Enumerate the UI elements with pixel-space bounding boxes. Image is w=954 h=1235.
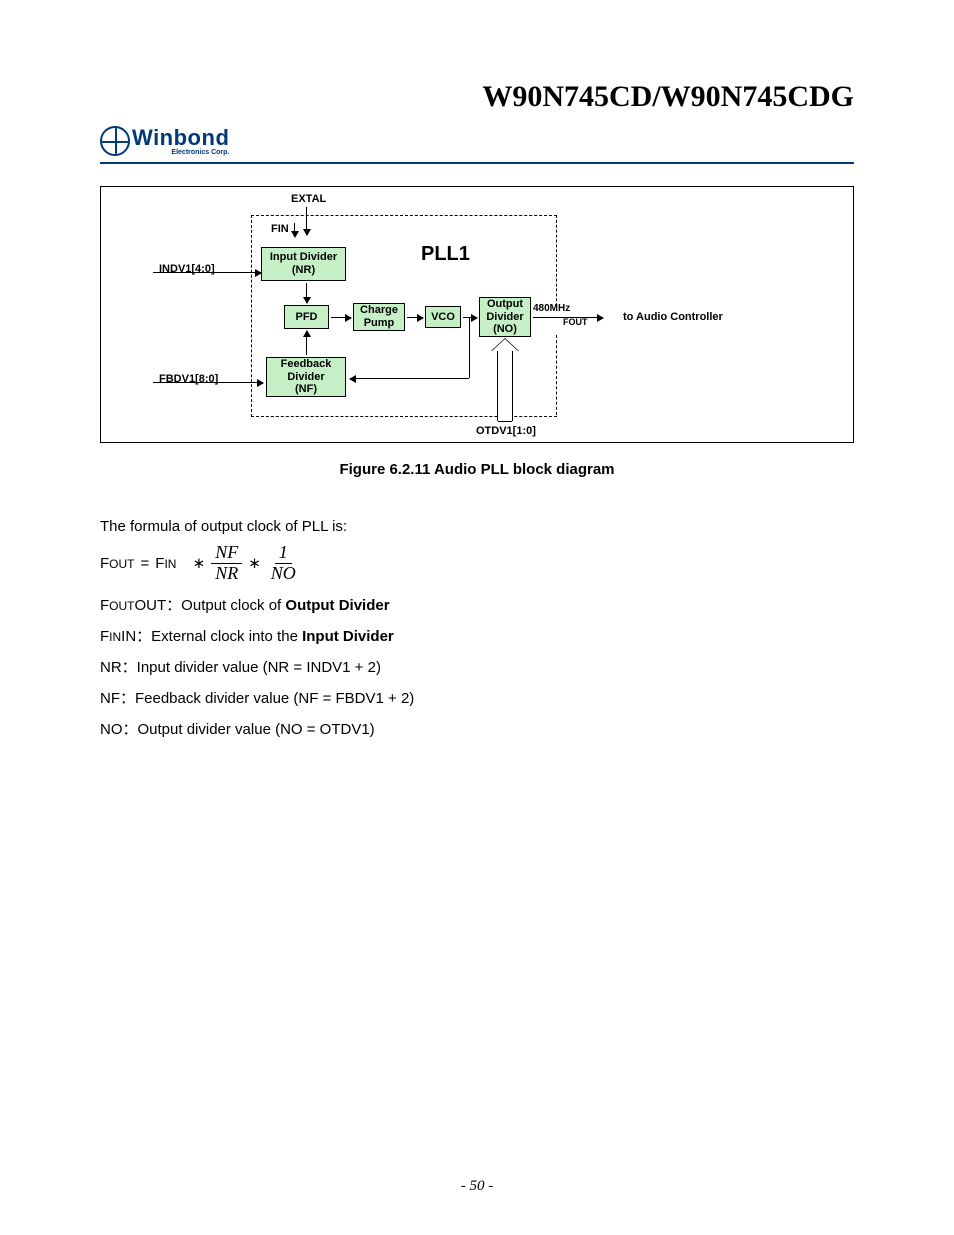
page-number: - 50 - xyxy=(0,1178,954,1195)
arrow-icon xyxy=(350,378,469,379)
arrow-icon xyxy=(407,317,423,318)
figure-caption: Figure 6.2.11 Audio PLL block diagram xyxy=(100,461,854,478)
intro-text: The formula of output clock of PLL is: xyxy=(100,518,854,535)
block-input-divider: Input Divider (NR) xyxy=(261,247,346,281)
block-charge-pump: Charge Pump xyxy=(353,303,405,331)
logo-text: Winbond xyxy=(132,127,229,149)
block-diagram: EXTAL FIN PLL1 INDV1[4:0] Input Divider … xyxy=(100,186,854,443)
def-fout: FOUTOUT：Output clock of Output Divider xyxy=(100,594,854,615)
label-otdv: OTDV1[1:0] xyxy=(476,425,536,437)
label-pll1: PLL1 xyxy=(421,243,470,266)
label-fin: FIN xyxy=(271,223,289,235)
doc-title: W90N745CD/W90N745CDG xyxy=(100,80,854,114)
arrow-icon xyxy=(533,317,603,318)
header-rule xyxy=(100,162,854,164)
logo-subtext: Electronics Corp. xyxy=(132,149,229,156)
formula: FOUT = FIN ∗ NFNR ∗ 1NO xyxy=(100,543,854,584)
def-nr: NR：Input divider value (NR = INDV1 + 2) xyxy=(100,656,854,677)
arrow-icon xyxy=(153,382,263,383)
def-nf: NF：Feedback divider value (NF = FBDV1 + … xyxy=(100,687,854,708)
label-fout: FOUT xyxy=(563,317,588,327)
def-no: NO：Output divider value (NO = OTDV1) xyxy=(100,718,854,739)
label-to-audio: to Audio Controller xyxy=(623,311,723,323)
arrow-icon xyxy=(331,317,351,318)
label-fbdv: FBDV1[8:0] xyxy=(159,373,218,385)
block-pfd: PFD xyxy=(284,305,329,329)
arrow-icon xyxy=(463,317,477,318)
arrow-icon xyxy=(306,331,307,355)
label-extal: EXTAL xyxy=(291,193,326,205)
page: W90N745CD/W90N745CDG Winbond Electronics… xyxy=(0,0,954,1235)
big-arrow-icon xyxy=(497,351,513,421)
def-fin: FININ：External clock into the Input Divi… xyxy=(100,625,854,646)
label-480mhz: 480MHz xyxy=(533,303,570,314)
block-vco: VCO xyxy=(425,306,461,328)
block-feedback-divider: Feedback Divider (NF) xyxy=(266,357,346,397)
logo: Winbond Electronics Corp. xyxy=(100,126,854,156)
globe-icon xyxy=(100,126,130,156)
block-output-divider: Output Divider (NO) xyxy=(479,297,531,337)
arrow-icon xyxy=(306,283,307,303)
arrow-icon xyxy=(153,272,261,273)
label-indv: INDV1[4:0] xyxy=(159,263,215,275)
arrow-icon xyxy=(294,223,295,237)
